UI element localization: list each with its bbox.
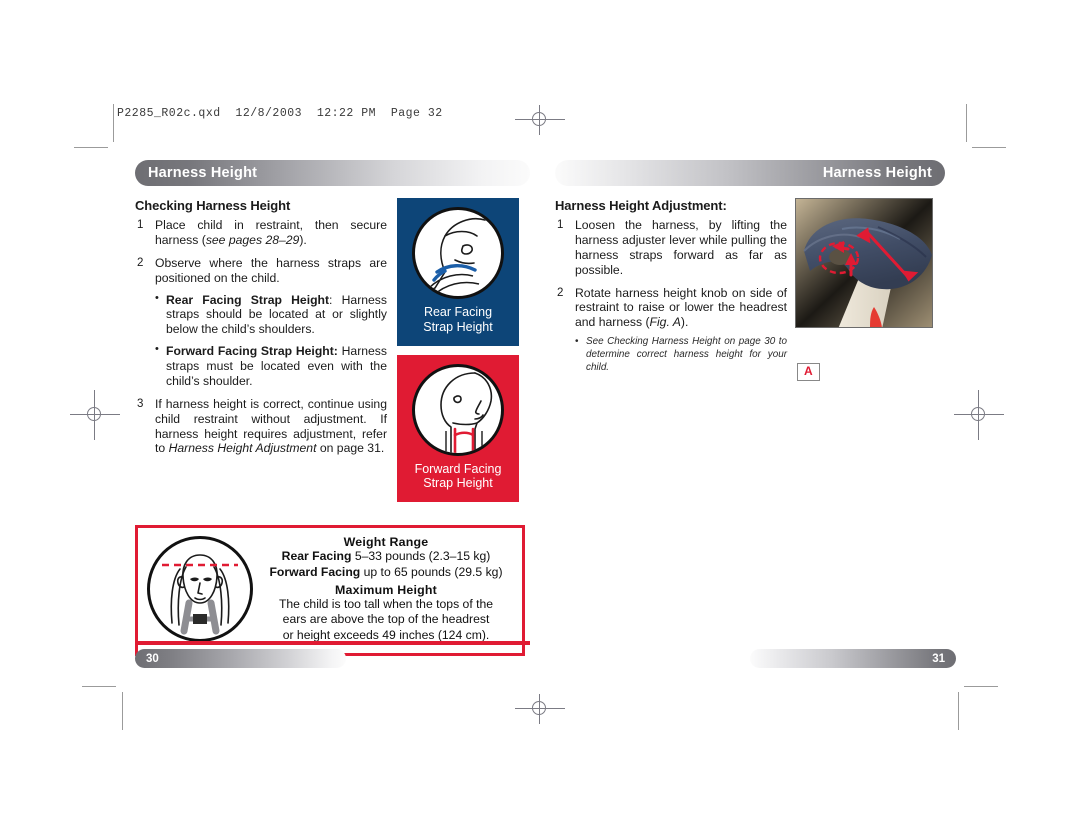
forward-facing-caption: Forward Facing Strap Height: [397, 462, 519, 492]
bullet-forward-facing-strap-height: Forward Facing Strap Height: Harness str…: [155, 343, 387, 389]
figure-forward-facing: Forward Facing Strap Height: [397, 354, 519, 502]
adjust-step-2: 2 Rotate harness height knob on side of …: [555, 286, 787, 375]
print-file-slug: P2285_R02c.qxd 12/8/2003 12:22 PM Page 3…: [117, 107, 443, 120]
adjust-step-2-note: See Checking Harness Height on page 30 t…: [575, 335, 787, 375]
registration-mark-right: [954, 390, 1004, 440]
step-3: 3 If harness height is correct, continue…: [135, 397, 387, 457]
checking-harness-height-steps: 1 Place child in restraint, then secure …: [135, 218, 387, 456]
weight-range-heading: Weight Range: [343, 535, 429, 549]
harness-height-adjustment-steps: 1 Loosen the harness, by lifting the har…: [555, 218, 787, 375]
adjust-step-1: 1 Loosen the harness, by lifting the har…: [555, 218, 787, 278]
forward-facing-caption-line1: Forward Facing: [414, 461, 502, 476]
step-1: 1 Place child in restraint, then secure …: [135, 218, 387, 248]
step-2: 2 Observe where the harness straps are p…: [135, 256, 387, 389]
rear-facing-child-icon: [418, 218, 486, 296]
step-1-number: 1: [137, 219, 144, 231]
step-1-part-b: see pages 28–29: [205, 232, 300, 247]
crop-mark-top-right-h: [972, 147, 1006, 148]
figure-a-photo: [795, 198, 933, 328]
figure-a-label: A: [797, 362, 820, 381]
step-2-text: Observe where the harness straps are pos…: [155, 255, 387, 285]
weight-range-forward-label: Forward Facing: [269, 564, 361, 579]
page-left: Harness Height Checking Harness Height 1…: [135, 160, 530, 656]
weight-range-rear-label: Rear Facing: [281, 549, 352, 563]
left-page-text-column: Checking Harness Height 1 Place child in…: [135, 198, 387, 511]
adjust-step-2-text: Rotate harness height knob on side of re…: [575, 286, 787, 330]
crop-mark-bottom-left-v: [122, 692, 123, 730]
step-3-part-c: on page 31.: [316, 441, 385, 456]
crop-mark-top-left-v: [113, 104, 114, 142]
max-height-heading: Maximum Height: [335, 582, 437, 597]
weight-range-forward-value: up to 65 pounds (29.5 kg): [363, 564, 503, 579]
adjust-step-2-part-b: Fig. A: [649, 315, 681, 330]
step-1-text: Place child in restraint, then secure ha…: [155, 218, 387, 247]
adjust-note-item: See Checking Harness Height on page 30 t…: [575, 335, 787, 375]
crop-mark-bottom-right-h: [964, 686, 998, 687]
page-right: Harness Height Harness Height Adjustment…: [555, 160, 945, 383]
figure-rear-facing: Rear Facing Strap Height: [397, 198, 519, 346]
step-2-number: 2: [137, 256, 144, 269]
harness-buckle-icon: [193, 614, 207, 625]
max-height-body-line2: ears are above the top of the headrest: [282, 612, 490, 627]
bullet-rear-label: Rear Facing Strap Height: [166, 292, 330, 307]
adjust-step-2-part-c: ).: [680, 315, 689, 330]
crop-mark-bottom-left-h: [82, 686, 116, 687]
adjust-note-part-b: Checking Harness Height: [607, 336, 721, 348]
crop-mark-top-right-v: [966, 104, 967, 142]
step-1-part-c: ).: [299, 232, 307, 247]
weight-range-forward: Forward Facing up to 65 pounds (29.5 kg): [259, 565, 513, 581]
left-page-number: 30: [146, 652, 159, 665]
registration-mark-top: [515, 103, 565, 137]
weight-range-callout: Weight Range Rear Facing 5–33 pounds (2.…: [135, 525, 525, 656]
forward-facing-child-icon: [440, 371, 493, 453]
forward-facing-illustration: [412, 363, 504, 456]
figure-a-photo-wrap: A: [795, 198, 933, 383]
harness-adjuster-photo-graphic: [796, 199, 932, 327]
weight-range-rear-value: 5–33 pounds (2.3–15 kg): [354, 549, 491, 563]
right-page-header-bar: Harness Height: [555, 160, 945, 186]
step-3-part-b: Harness Height Adjustment: [168, 441, 317, 456]
forward-facing-caption-line2: Strap Height: [423, 476, 493, 491]
weight-range-text: Weight Range Rear Facing 5–33 pounds (2.…: [253, 535, 513, 644]
checking-harness-height-title: Checking Harness Height: [135, 198, 291, 213]
step-2-bullets: Rear Facing Strap Height: Harness straps…: [155, 292, 387, 389]
step-3-number: 3: [137, 397, 144, 410]
right-page-text-column: Harness Height Adjustment: 1 Loosen the …: [555, 198, 787, 383]
right-page-number: 31: [932, 652, 945, 665]
crop-mark-top-left-h: [74, 147, 108, 148]
rear-facing-caption-line2: Strap Height: [423, 319, 493, 334]
left-page-footer-bar: 30: [135, 649, 346, 668]
step-3-text: If harness height is correct, continue u…: [155, 397, 387, 456]
registration-mark-left: [70, 390, 120, 440]
left-page-header-bar: Harness Height: [135, 160, 530, 186]
right-page-header-title: Harness Height: [822, 165, 932, 181]
right-page-footer-bar: 31: [750, 649, 956, 668]
left-page-figure-column: Rear Facing Strap Height Forward Facing …: [397, 198, 527, 511]
adjust-note-part-a: See: [586, 336, 608, 348]
rear-facing-illustration: [412, 207, 504, 299]
max-height-body-line1: The child is too tall when the tops of t…: [278, 596, 494, 611]
rear-facing-caption: Rear Facing Strap Height: [397, 305, 519, 335]
registration-mark-bottom: [515, 692, 565, 726]
harness-height-adjustment-title: Harness Height Adjustment:: [555, 198, 727, 213]
rear-facing-caption-line1: Rear Facing: [423, 305, 493, 319]
weight-range-rear: Rear Facing 5–33 pounds (2.3–15 kg): [259, 549, 513, 565]
left-page-red-rule: [135, 641, 530, 645]
crop-mark-bottom-right-v: [958, 692, 959, 730]
child-in-harness-icon: [162, 554, 238, 635]
adjust-step-2-number: 2: [557, 286, 564, 299]
adjust-step-1-text: Loosen the harness, by lifting the harne…: [575, 218, 787, 277]
max-height-illustration: [147, 536, 253, 643]
left-page-header-title: Harness Height: [148, 165, 258, 181]
bullet-forward-label: Forward Facing Strap Height:: [166, 344, 338, 359]
bullet-rear-facing-strap-height: Rear Facing Strap Height: Harness straps…: [155, 292, 387, 338]
adjust-step-1-number: 1: [557, 219, 564, 231]
